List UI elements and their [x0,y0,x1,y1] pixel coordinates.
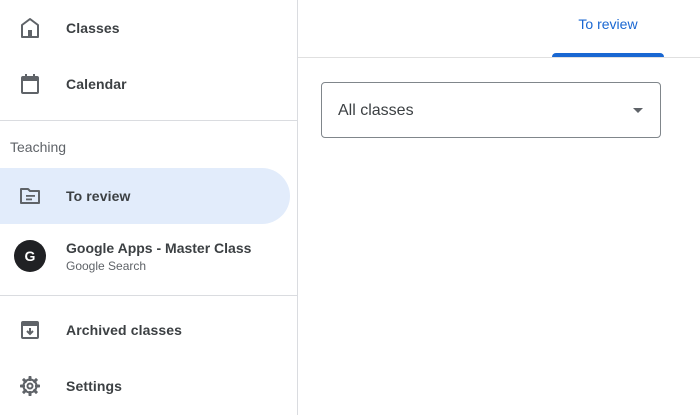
sidebar-item-settings[interactable]: Settings [0,358,290,414]
sidebar-item-archived-classes[interactable]: Archived classes [0,302,290,358]
divider [0,120,298,121]
sidebar-item-calendar[interactable]: Calendar [0,56,290,112]
tab-active-indicator [552,53,664,57]
sidebar-item-classes[interactable]: Classes [0,0,290,56]
class-title: Google Apps - Master Class [66,240,252,256]
main-content: To review All classes [298,0,700,415]
gear-icon [18,374,42,398]
sidebar-item-label: Settings [66,378,123,394]
sidebar-item-to-review[interactable]: To review [0,168,290,224]
class-filter-select[interactable]: All classes [321,82,661,138]
top-bar: To review [298,0,700,58]
calendar-icon [18,72,42,96]
class-filter-value: All classes [338,102,414,119]
folder-review-icon [18,184,42,208]
sidebar-item-label: To review [66,188,131,204]
divider [0,295,298,296]
archive-icon [18,318,42,342]
home-icon [18,16,42,40]
sidebar-item-class[interactable]: G Google Apps - Master Class Google Sear… [0,228,290,284]
sidebar-item-label: Classes [66,20,120,36]
class-avatar: G [14,240,46,272]
tab-to-review[interactable]: To review [552,0,664,57]
navigation-drawer: Classes Calendar Teaching To review G Go… [0,0,298,415]
teaching-heading: Teaching [10,139,67,155]
dropdown-arrow-icon [633,108,643,113]
tab-label: To review [578,16,638,32]
sidebar-item-label: Calendar [66,76,127,92]
class-subtitle: Google Search [66,259,147,273]
sidebar-item-label: Archived classes [66,322,183,338]
